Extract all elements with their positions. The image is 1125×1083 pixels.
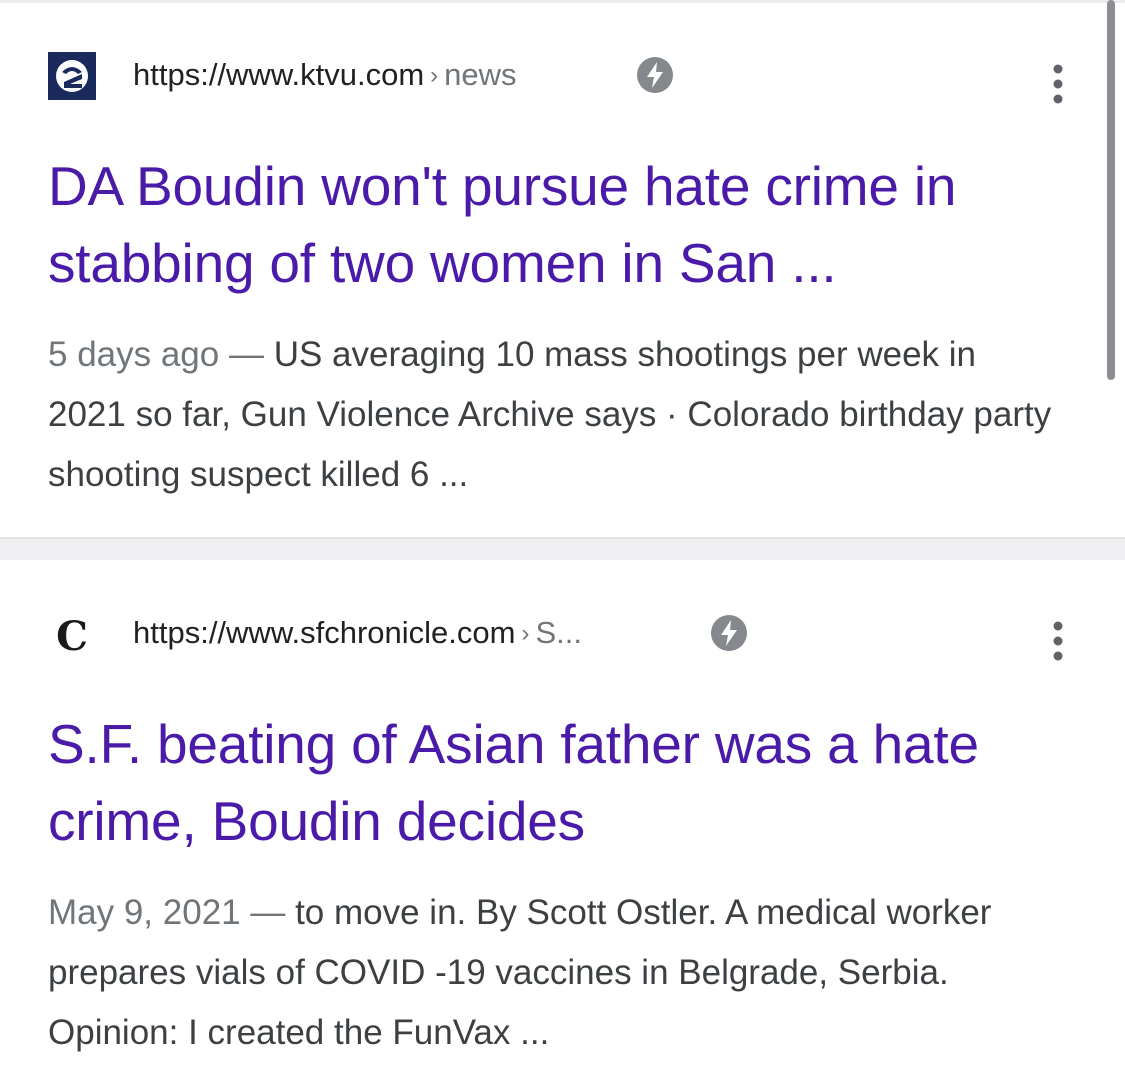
result-date: 5 days ago xyxy=(48,335,220,374)
sf-chronicle-logo-icon[interactable]: C xyxy=(48,612,96,660)
date-dash: — xyxy=(240,893,296,932)
url-path: S... xyxy=(535,615,582,650)
lightning-bolt-icon xyxy=(637,57,673,93)
result-url[interactable]: https://www.sfchronicle.com › S... xyxy=(133,613,582,656)
result-separator xyxy=(0,537,1125,560)
result-snippet: 5 days ago — US averaging 10 mass shooti… xyxy=(48,325,1058,505)
url-domain: https://www.ktvu.com xyxy=(133,57,425,92)
url-separator: › xyxy=(430,62,439,89)
date-dash: — xyxy=(219,335,274,374)
url-separator: › xyxy=(521,620,530,647)
ktvu-logo-icon[interactable] xyxy=(48,52,96,100)
result-title[interactable]: S.F. beating of Asian father was a hate … xyxy=(48,706,1098,860)
scrollbar[interactable] xyxy=(1107,0,1115,380)
more-vert-icon[interactable] xyxy=(1048,620,1068,664)
more-vert-icon[interactable] xyxy=(1048,63,1068,107)
result-snippet: May 9, 2021 — to move in. By Scott Ostle… xyxy=(48,883,1058,1063)
result-url[interactable]: https://www.ktvu.com › news xyxy=(133,55,517,98)
sf-chronicle-logo-glyph: C xyxy=(56,613,88,660)
result-date: May 9, 2021 xyxy=(48,893,241,932)
url-path: news xyxy=(444,57,517,92)
url-domain: https://www.sfchronicle.com xyxy=(133,615,516,650)
lightning-bolt-icon xyxy=(711,615,747,651)
result-title[interactable]: DA Boudin won't pursue hate crime in sta… xyxy=(48,148,1098,302)
top-divider xyxy=(0,0,1125,3)
